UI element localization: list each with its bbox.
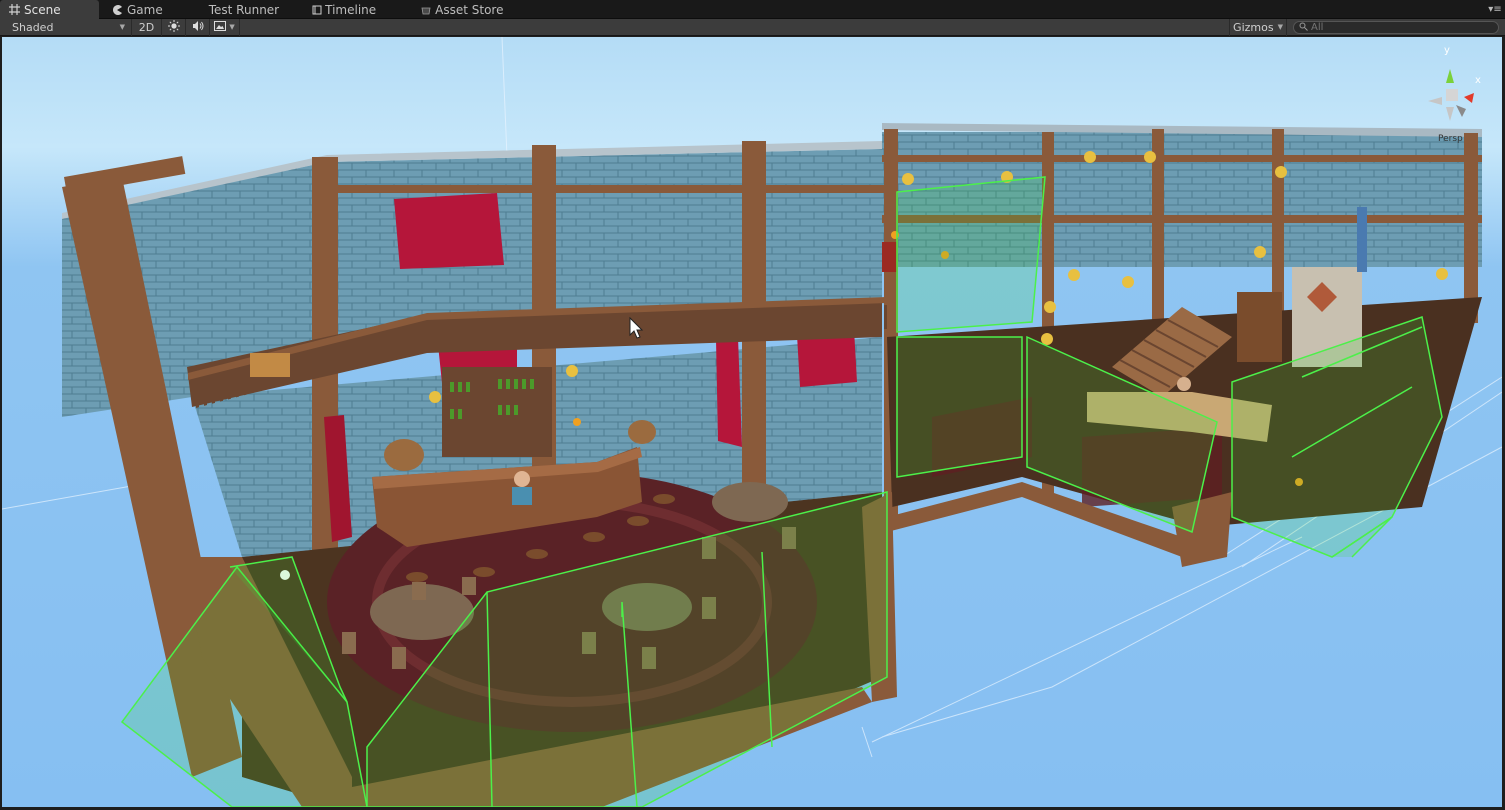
scene-toolbar: Shaded ▼ 2D ▼ Gizmos ▼: [0, 18, 1505, 36]
gizmos-label: Gizmos: [1233, 20, 1274, 34]
hierarchy-search: [1293, 20, 1499, 34]
gizmos-dropdown[interactable]: Gizmos ▼: [1229, 18, 1287, 36]
draw-mode-label: Shaded: [12, 20, 54, 34]
tab-asset-store[interactable]: Asset Store: [386, 0, 513, 19]
sun-icon: [167, 19, 180, 35]
tab-timeline[interactable]: Timeline: [289, 0, 386, 19]
scene-viewport[interactable]: y x Persp: [2, 37, 1502, 807]
window-tab-bar: Scene Game Test Runner Timeline Asset St…: [0, 0, 1505, 19]
toggle-2d-label: 2D: [138, 20, 155, 34]
tab-game[interactable]: Game: [99, 0, 173, 19]
tab-test-runner-label: Test Runner: [208, 2, 280, 17]
speaker-icon: [192, 20, 204, 35]
chevron-down-icon: ▼: [229, 23, 235, 31]
gizmo-axis-x: x: [1475, 75, 1481, 86]
scene-grid-icon: [8, 4, 20, 16]
search-input[interactable]: [1311, 21, 1491, 33]
window-menu-icon[interactable]: ▾≡: [1485, 0, 1505, 18]
tab-game-label: Game: [127, 2, 163, 17]
tab-scene-label: Scene: [24, 2, 61, 17]
orientation-gizmo: [1428, 69, 1474, 121]
tab-timeline-label: Timeline: [325, 2, 377, 17]
scene-lighting-toggle[interactable]: [162, 18, 186, 36]
gizmo-projection-label: Persp: [1438, 134, 1463, 144]
scene-effects-dropdown[interactable]: ▼: [210, 18, 240, 36]
draw-mode-dropdown[interactable]: Shaded ▼: [0, 18, 132, 36]
asset-store-icon: [420, 4, 432, 16]
scene-render: y x Persp: [2, 37, 1502, 807]
timeline-icon: [311, 4, 323, 16]
tab-asset-store-label: Asset Store: [435, 2, 504, 17]
game-pacman-icon: [111, 4, 123, 16]
image-icon: [214, 20, 227, 34]
chevron-down-icon: ▼: [1277, 23, 1283, 31]
tab-scene[interactable]: Scene: [0, 0, 99, 19]
gizmo-axis-y: y: [1444, 45, 1450, 56]
tab-test-runner[interactable]: Test Runner: [173, 0, 289, 19]
search-icon: [1299, 21, 1308, 34]
scene-audio-toggle[interactable]: [186, 18, 210, 36]
toggle-2d-button[interactable]: 2D: [132, 18, 162, 36]
chevron-down-icon: ▼: [119, 23, 125, 31]
